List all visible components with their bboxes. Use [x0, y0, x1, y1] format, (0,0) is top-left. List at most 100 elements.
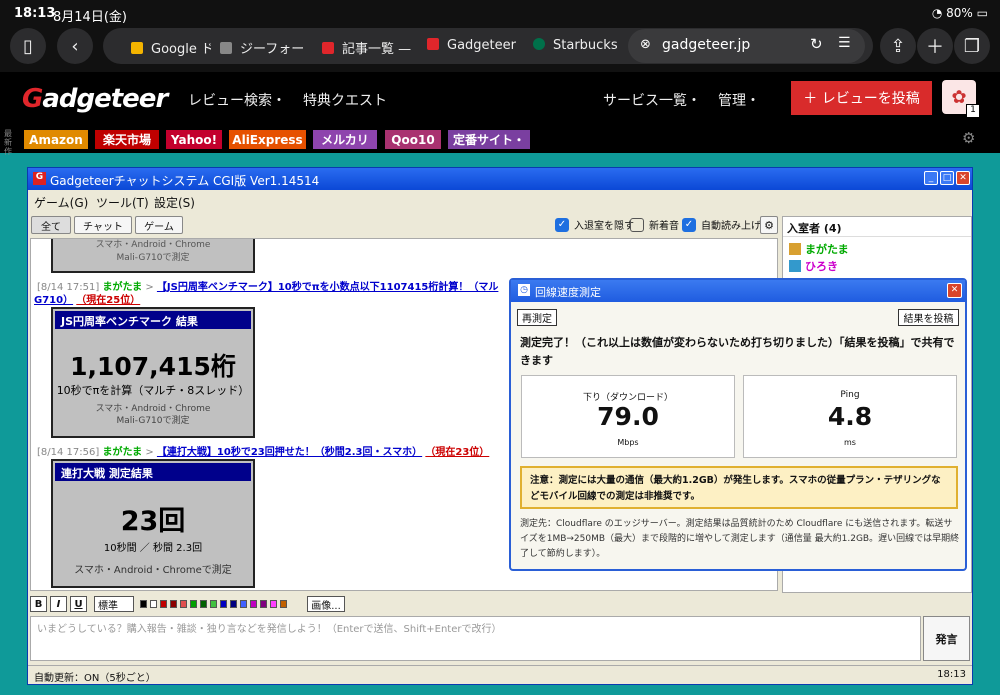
- user-avatar-icon: [789, 260, 801, 272]
- tab-gadgeteer[interactable]: Gadgeteer: [427, 38, 517, 53]
- result-card-tap[interactable]: 連打大戦 測定結果 23回 10秒間 ／ 秒間 2.3回 スマホ・Android…: [51, 459, 255, 588]
- menu-settings[interactable]: 設定(S): [154, 194, 195, 211]
- tabs-overview-icon[interactable]: ❐: [954, 28, 990, 64]
- gear-icon[interactable]: ⚙: [760, 216, 778, 234]
- status-time: 18:13: [14, 6, 56, 21]
- back-icon[interactable]: ‹: [57, 28, 93, 64]
- link-standard-sites[interactable]: 定番サイト・: [448, 130, 530, 149]
- ping-metric: Ping 4.8 ms: [743, 375, 957, 458]
- filter-game[interactable]: ゲーム: [135, 216, 183, 234]
- tab-google[interactable]: Google ド: [131, 38, 211, 57]
- link-aliexpress[interactable]: AliExpress: [229, 130, 306, 149]
- site-header: Gadgeteer レビュー検索・ 特典クエスト サービス一覧・ 管理・ ＋ レ…: [0, 72, 1000, 126]
- link-qoo10[interactable]: Qoo10: [385, 130, 441, 149]
- message-link[interactable]: 【連打大戦】10秒で23回押せた！（秒間2.3回・スマホ）: [157, 447, 422, 458]
- opt-hide-entry[interactable]: ✓ 入退室を隠す: [555, 217, 634, 232]
- status-bar: 自動更新：ON（5秒ごと） 18:13: [28, 665, 972, 684]
- google-drive-icon: [131, 42, 143, 54]
- color-swatch[interactable]: [190, 600, 197, 608]
- color-swatch[interactable]: [180, 600, 187, 608]
- color-swatch[interactable]: [250, 600, 257, 608]
- warning-box: 注意：測定には大量の通信（最大約1.2GB）が発生します。スマホの従量プラン・テ…: [520, 466, 958, 509]
- status-date: 8月14日(金): [53, 10, 127, 25]
- retest-button[interactable]: 再測定: [517, 309, 557, 326]
- user-item[interactable]: まがたま: [789, 241, 849, 257]
- result-card-pi[interactable]: JS円周率ベンチマーク 結果 1,107,415桁 10秒でπを計算（マルチ・8…: [51, 307, 255, 438]
- post-review-button[interactable]: ＋ レビューを投稿: [791, 81, 932, 115]
- side-label: 最新作: [4, 129, 12, 156]
- nav-review-search[interactable]: レビュー検索・: [188, 90, 286, 110]
- bold-button[interactable]: B: [30, 596, 47, 612]
- reader-icon[interactable]: ☰: [838, 35, 851, 51]
- battery-indicator: ◔ 80% ▭: [932, 6, 988, 20]
- color-swatch[interactable]: [160, 600, 167, 608]
- image-button[interactable]: 画像...: [307, 596, 345, 612]
- color-swatch[interactable]: [140, 600, 147, 608]
- filter-chat[interactable]: チャット: [74, 216, 132, 234]
- notification-badge: 1: [966, 104, 980, 118]
- send-button[interactable]: 発言: [923, 616, 970, 661]
- message-link[interactable]: 【JS円周率ベンチマーク】10秒でπを小数点以下1107415桁計算！（マル: [157, 282, 498, 293]
- app-icon: G: [33, 172, 46, 185]
- tab-starbucks[interactable]: Starbucks: [533, 38, 623, 53]
- address-bar[interactable]: ⊗ gadgeteer.jp ↻ ☰: [628, 29, 865, 63]
- font-size-select[interactable]: 標準: [94, 596, 134, 612]
- link-amazon[interactable]: Amazon: [24, 130, 88, 149]
- checkbox-checked-icon: ✓: [555, 217, 569, 232]
- menu-tools[interactable]: ツール(T): [96, 194, 149, 211]
- nav-bonus-quest[interactable]: 特典クエスト: [303, 90, 387, 110]
- starbucks-icon: [533, 38, 545, 50]
- close-icon[interactable]: ✕: [947, 283, 962, 298]
- opt-sound[interactable]: 新着音: [630, 217, 679, 232]
- link-mercari[interactable]: メルカリ: [313, 130, 377, 149]
- color-palette: [140, 596, 300, 612]
- color-swatch[interactable]: [260, 600, 267, 608]
- color-swatch[interactable]: [210, 600, 217, 608]
- new-tab-icon[interactable]: ＋: [917, 28, 953, 64]
- speedtest-titlebar: ◷ 回線速度測定 ✕: [511, 280, 965, 302]
- tab-articles[interactable]: 記事一覧 —: [322, 38, 412, 57]
- user-item[interactable]: ひろき: [789, 258, 838, 274]
- share-icon[interactable]: ⇪: [880, 28, 916, 64]
- user-list-header: 入室者 (4): [783, 217, 971, 237]
- reload-icon[interactable]: ↻: [810, 35, 823, 53]
- chat-titlebar: G Gadgeteerチャットシステム CGI版 Ver1.14514 _ □ …: [28, 168, 972, 190]
- site-logo[interactable]: Gadgeteer: [22, 84, 168, 114]
- filter-all[interactable]: 全て: [31, 216, 71, 234]
- rank-label: （現在25位）: [76, 295, 141, 306]
- gear-icon[interactable]: ⚙: [962, 129, 975, 147]
- color-swatch[interactable]: [270, 600, 277, 608]
- link-yahoo[interactable]: Yahoo!: [166, 130, 222, 149]
- menu-game[interactable]: ゲーム(G): [34, 194, 88, 211]
- sidebar-toggle-icon[interactable]: ▯: [10, 28, 46, 64]
- color-swatch[interactable]: [200, 600, 207, 608]
- speedtest-note: 測定先：Cloudflare のエッジサーバー。測定結果は品質統計のため Clo…: [520, 519, 960, 559]
- result-card-partial: スマホ・Android・Chrome Mali-G710で測定: [51, 239, 255, 273]
- color-swatch[interactable]: [230, 600, 237, 608]
- color-swatch[interactable]: [170, 600, 177, 608]
- message-input[interactable]: いまどうしている？購入報告・雑談・独り言などを発信しよう！（Enterで送信、S…: [30, 616, 921, 661]
- color-swatch[interactable]: [150, 600, 157, 608]
- maximize-icon[interactable]: □: [940, 171, 954, 185]
- wifi-icon: ◔: [931, 6, 947, 20]
- italic-button[interactable]: I: [50, 596, 67, 612]
- speedtest-dialog: ◷ 回線速度測定 ✕ 再測定 結果を投稿 測定完了！（これ以上は数値が変わらない…: [509, 278, 967, 571]
- underline-button[interactable]: U: [70, 596, 87, 612]
- post-result-button[interactable]: 結果を投稿: [898, 309, 959, 326]
- close-tab-icon[interactable]: ⊗: [640, 37, 651, 52]
- nav-admin[interactable]: 管理・: [718, 90, 760, 110]
- address-text: gadgeteer.jp: [662, 37, 751, 53]
- tab-gfour[interactable]: ジーフォー: [220, 38, 310, 57]
- close-icon[interactable]: ✕: [956, 171, 970, 185]
- nav-services[interactable]: サービス一覧・: [603, 90, 701, 110]
- menubar: ゲーム(G) ツール(T) 設定(S): [28, 190, 972, 210]
- link-rakuten[interactable]: 楽天市場: [95, 130, 159, 149]
- speedtest-title: 回線速度測定: [535, 286, 601, 299]
- auto-update-status: 自動更新：ON（5秒ごと）: [34, 673, 156, 684]
- opt-autoread[interactable]: ✓ 自動読み上げ: [682, 217, 761, 232]
- minimize-icon[interactable]: _: [924, 171, 938, 185]
- color-swatch[interactable]: [280, 600, 287, 608]
- color-swatch[interactable]: [220, 600, 227, 608]
- color-swatch[interactable]: [240, 600, 247, 608]
- message-user[interactable]: まがたま: [102, 447, 142, 458]
